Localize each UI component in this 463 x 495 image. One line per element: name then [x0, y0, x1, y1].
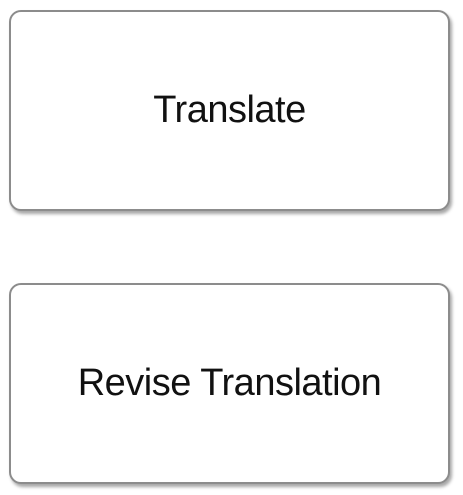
translate-box: Translate [9, 10, 450, 211]
translate-label: Translate [153, 89, 306, 131]
revise-translation-label: Revise Translation [77, 362, 382, 404]
revise-translation-box: Revise Translation [9, 283, 450, 484]
